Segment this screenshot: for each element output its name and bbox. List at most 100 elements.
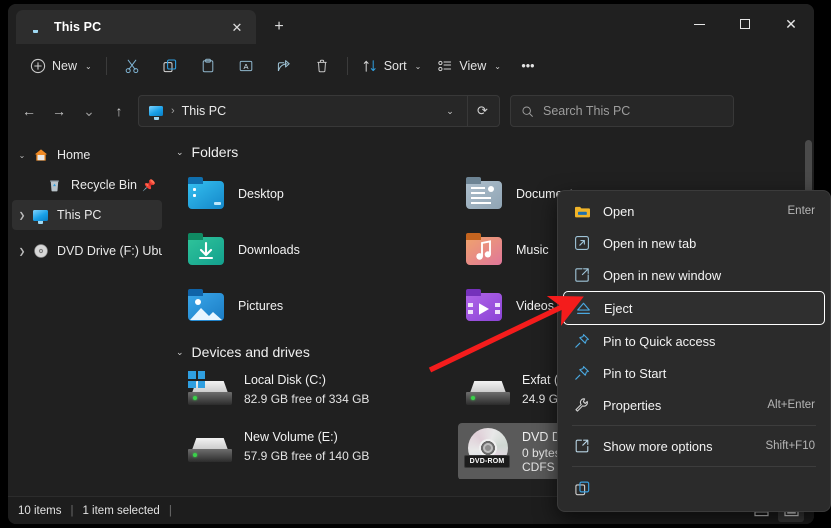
windows-drive-icon (186, 369, 234, 417)
search-input[interactable]: Search This PC (510, 95, 734, 127)
maximize-button[interactable] (722, 4, 768, 44)
selection-count: 1 item selected (82, 504, 160, 517)
minimize-button[interactable] (676, 4, 722, 44)
new-button[interactable]: New ⌄ (22, 51, 100, 81)
sidebar-item-dvd-drive[interactable]: ❯ DVD Drive (F:) Ubun (12, 236, 162, 266)
forward-button[interactable]: → (44, 96, 74, 126)
menu-item-label: Properties (603, 397, 662, 413)
back-button[interactable]: ← (14, 96, 44, 126)
new-window-icon (571, 267, 593, 283)
sidebar-item-home[interactable]: ⌄ Home (12, 140, 162, 170)
rename-button[interactable]: A (227, 51, 265, 81)
paste-button[interactable] (189, 51, 227, 81)
drive-icon (464, 369, 512, 417)
tab-this-pc[interactable]: This PC ✕ (16, 10, 256, 44)
sidebar-item-recycle-bin[interactable]: Recycle Bin 📌 (12, 170, 162, 200)
recycle-bin-icon (46, 178, 63, 193)
folder-tile-downloads[interactable]: Downloads (180, 222, 458, 278)
chevron-down-icon: ⌄ (494, 61, 501, 71)
close-icon[interactable]: ✕ (226, 16, 248, 38)
folder-open-icon (571, 204, 593, 219)
chevron-down-icon[interactable]: ⌄ (12, 151, 32, 160)
group-label: Devices and drives (191, 344, 310, 360)
folder-label: Desktop (238, 187, 284, 201)
dvd-rom-badge: DVD-ROM (464, 455, 510, 468)
cut-button[interactable] (113, 51, 151, 81)
menu-item-label: Pin to Quick access (603, 333, 716, 349)
status-divider: | (168, 504, 172, 517)
menu-item-pin-to-start[interactable]: Pin to Start (563, 357, 825, 389)
more-button[interactable]: ••• (509, 51, 547, 81)
chevron-down-icon: ⌄ (85, 61, 92, 71)
folder-label: Videos (516, 299, 554, 313)
menu-item-copy[interactable] (563, 471, 825, 505)
menu-divider (572, 466, 816, 467)
command-bar: New ⌄ A Sort ⌄ View ⌄ ••• (8, 44, 814, 88)
menu-item-label: Eject (604, 300, 633, 316)
refresh-button[interactable]: ⟳ (467, 96, 497, 126)
close-window-button[interactable]: ✕ (768, 4, 814, 44)
title-bar: This PC ✕ + ✕ (8, 4, 814, 44)
sort-icon (363, 60, 376, 72)
new-tab-button[interactable]: + (266, 14, 292, 40)
up-button[interactable]: ↑ (104, 96, 134, 126)
drive-name: Local Disk (C:) (244, 373, 326, 387)
chevron-down-icon[interactable]: ⌄ (176, 147, 184, 158)
drive-tile-new-volume-e[interactable]: New Volume (E:) 57.9 GB free of 140 GB (180, 423, 458, 479)
menu-item-properties[interactable]: Properties Alt+Enter (563, 389, 825, 421)
view-button[interactable]: View ⌄ (429, 51, 509, 81)
share-button[interactable] (265, 51, 303, 81)
trash-icon (317, 59, 327, 73)
this-pc-icon (149, 106, 163, 120)
sidebar-item-this-pc[interactable]: ❯ This PC (12, 200, 162, 230)
recent-locations-button[interactable]: ⌄ (74, 96, 104, 126)
this-pc-icon (32, 209, 49, 224)
view-icon (438, 60, 452, 72)
sort-button[interactable]: Sort ⌄ (354, 51, 430, 81)
address-bar: ← → ⌄ ↑ › This PC ⌄ ⟳ Search This PC (8, 88, 814, 134)
dvd-icon (32, 243, 49, 259)
menu-item-pin-to-quick-access[interactable]: Pin to Quick access (563, 325, 825, 357)
menu-item-open[interactable]: Open Enter (563, 195, 825, 227)
menu-item-label: Open in new tab (603, 235, 697, 251)
menu-item-show-more-options[interactable]: Show more options Shift+F10 (563, 430, 825, 462)
menu-item-label: Show more options (603, 438, 713, 454)
chevron-right-icon[interactable]: ❯ (12, 247, 32, 256)
drive-icon (186, 426, 234, 474)
pictures-folder-icon (186, 289, 226, 323)
menu-item-open-in-new-window[interactable]: Open in new window (563, 259, 825, 291)
drive-tile-local-disk-c[interactable]: Local Disk (C:) 82.9 GB free of 334 GB (180, 366, 458, 423)
menu-item-eject[interactable]: Eject (563, 291, 825, 325)
context-menu: Open Enter Open in new tab Open in new w… (557, 190, 831, 512)
chevron-down-icon[interactable]: ⌄ (176, 347, 184, 358)
new-tab-icon (571, 235, 593, 251)
folder-tile-desktop[interactable]: Desktop (180, 166, 458, 222)
address-input[interactable]: › This PC ⌄ ⟳ (138, 95, 500, 127)
menu-item-accelerator: Shift+F10 (765, 440, 815, 452)
navigation-pane: ⌄ Home Recycle Bin 📌 ❯ This PC ❯ DVD Dri… (8, 134, 166, 479)
group-header-folders[interactable]: ⌄ Folders (166, 134, 814, 166)
delete-button[interactable] (303, 51, 341, 81)
drive-free-space: 82.9 GB free of 334 GB (244, 392, 370, 406)
drive-name: New Volume (E:) (244, 430, 338, 444)
pin-icon[interactable]: 📌 (142, 179, 156, 192)
divider (346, 57, 348, 75)
copy-icon (163, 59, 176, 73)
monitor-icon (28, 19, 44, 35)
copy-button[interactable] (151, 51, 189, 81)
menu-item-accelerator: Alt+Enter (767, 399, 815, 411)
group-label: Folders (191, 144, 239, 160)
search-placeholder: Search This PC (543, 104, 631, 118)
sort-label: Sort (383, 59, 407, 73)
menu-item-open-in-new-tab[interactable]: Open in new tab (563, 227, 825, 259)
copy-icon (571, 480, 593, 497)
breadcrumb: This PC (181, 104, 227, 118)
chevron-right-icon[interactable]: ❯ (12, 211, 32, 220)
breadcrumb-separator: › (171, 105, 175, 117)
item-count: 10 items (18, 504, 62, 517)
sidebar-item-label: This PC (57, 208, 102, 222)
chevron-down-icon[interactable]: ⌄ (437, 97, 463, 125)
folder-tile-pictures[interactable]: Pictures (180, 278, 458, 334)
folder-label: Downloads (238, 243, 300, 257)
menu-item-label: Open (603, 203, 635, 219)
